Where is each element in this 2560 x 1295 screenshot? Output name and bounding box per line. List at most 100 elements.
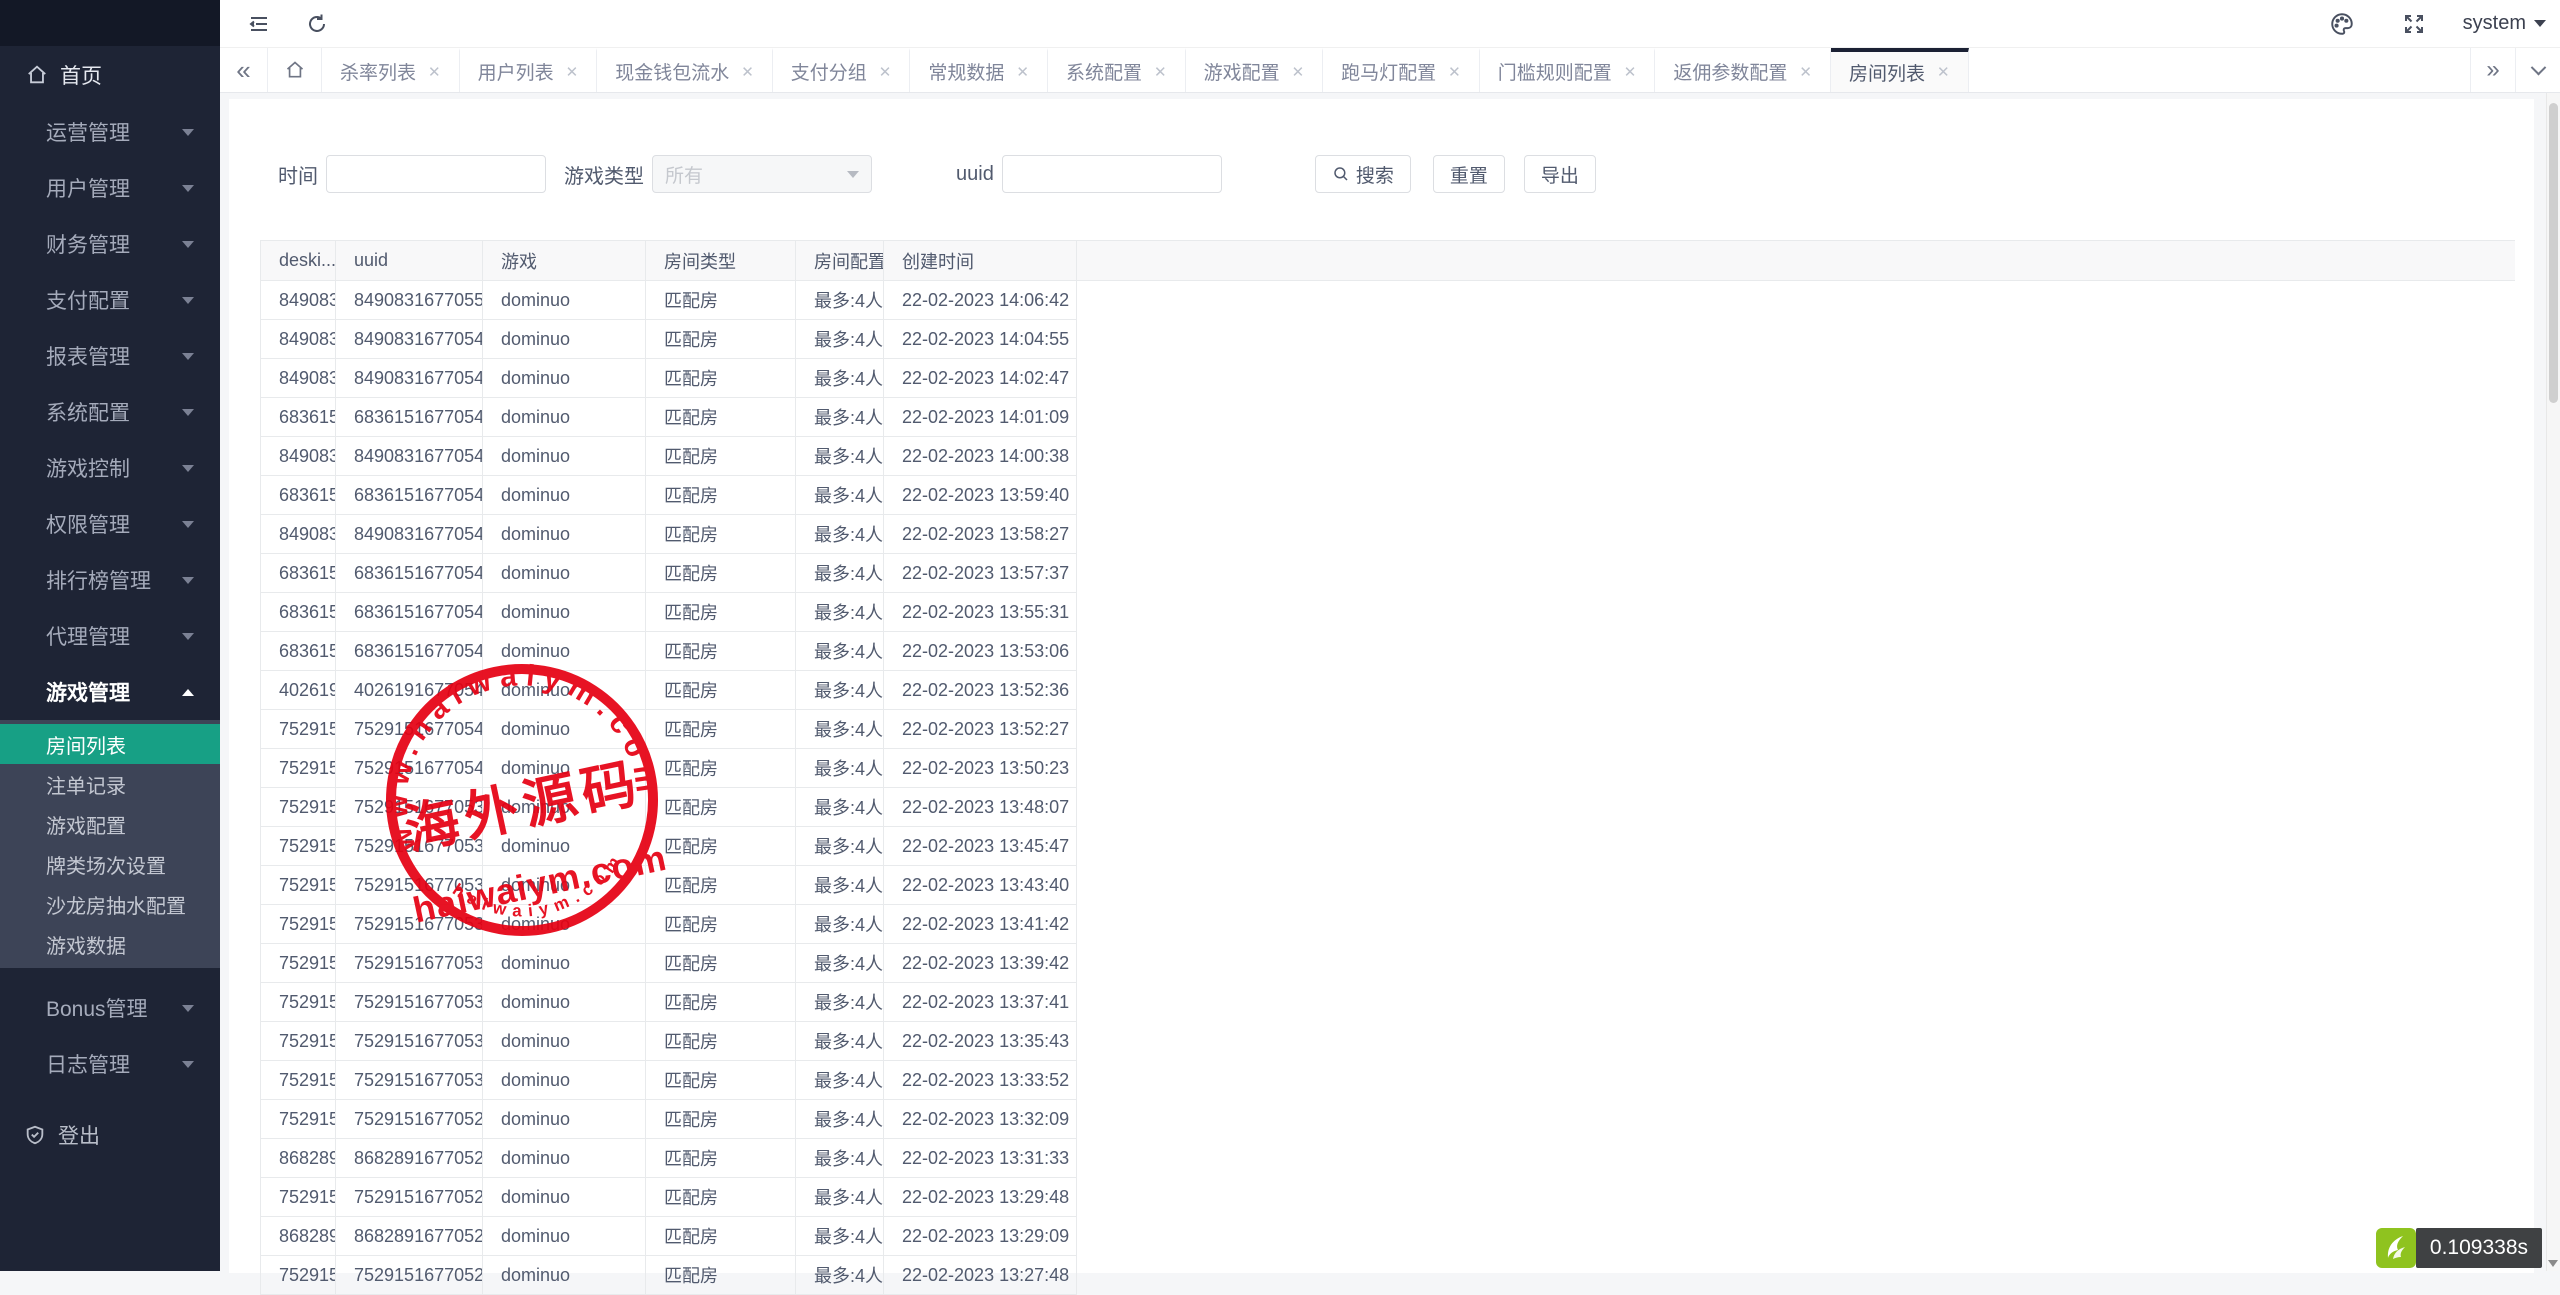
sidebar-group[interactable]: 日志管理	[0, 1036, 220, 1092]
chevron-down-icon	[847, 171, 859, 178]
tab[interactable]: 游戏配置 ✕	[1186, 48, 1324, 92]
sidebar-group[interactable]: 代理管理	[0, 608, 220, 664]
table-row[interactable]: 752915 7529151677053... dominuo 匹配房 最多:4…	[260, 1061, 2515, 1100]
table-row[interactable]: 868289 8682891677052... dominuo 匹配房 最多:4…	[260, 1217, 2515, 1256]
sidebar-subitem[interactable]: 游戏数据	[0, 924, 220, 964]
table-row[interactable]: 752915 7529151677052... dominuo 匹配房 最多:4…	[260, 1256, 2515, 1295]
sidebar-subitem[interactable]: 房间列表	[0, 724, 220, 764]
sidebar-group[interactable]: 游戏控制	[0, 440, 220, 496]
tab[interactable]: 杀率列表 ✕	[322, 48, 460, 92]
table-row[interactable]: 752915 7529151677054... dominuo 匹配房 最多:4…	[260, 710, 2515, 749]
cell-room-config: 最多:4人	[796, 1022, 884, 1061]
tabs-dropdown-button[interactable]	[2515, 48, 2560, 92]
cell-uuid: 7529151677052...	[336, 1178, 483, 1217]
theme-palette-icon[interactable]	[2319, 1, 2365, 47]
table-row[interactable]: 752915 7529151677053... dominuo 匹配房 最多:4…	[260, 866, 2515, 905]
sidebar-group-game-mgmt[interactable]: 游戏管理	[0, 664, 220, 720]
tab[interactable]: 用户列表 ✕	[460, 48, 598, 92]
sidebar-group[interactable]: 支付配置	[0, 272, 220, 328]
cell-filler	[1077, 593, 2515, 632]
close-icon[interactable]: ✕	[1799, 63, 1812, 81]
cell-game: dominuo	[483, 1217, 646, 1256]
sidebar-subitem[interactable]: 沙龙房抽水配置	[0, 884, 220, 924]
table-row[interactable]: 683615 6836151677054... dominuo 匹配房 最多:4…	[260, 632, 2515, 671]
tabs-scroll-left-button[interactable]: «	[220, 48, 268, 92]
table-row[interactable]: 849083 8490831677054... dominuo 匹配房 最多:4…	[260, 437, 2515, 476]
close-icon[interactable]: ✕	[741, 63, 754, 81]
user-menu[interactable]: system	[2463, 12, 2546, 35]
table-row[interactable]: 752915 7529151677053... dominuo 匹配房 最多:4…	[260, 944, 2515, 983]
sidebar-subitem-label: 沙龙房抽水配置	[46, 890, 186, 919]
close-icon[interactable]: ✕	[428, 63, 441, 81]
tab[interactable]: 房间列表 ✕	[1831, 48, 1969, 92]
table-row[interactable]: 402619 4026191677054... dominuo 匹配房 最多:4…	[260, 671, 2515, 710]
cell-uuid: 8682891677052...	[336, 1139, 483, 1178]
sidebar-group[interactable]: 运营管理	[0, 104, 220, 160]
export-button[interactable]: 导出	[1524, 155, 1596, 193]
table-row[interactable]: 752915 7529151677053... dominuo 匹配房 最多:4…	[260, 827, 2515, 866]
menu-fold-icon[interactable]	[236, 1, 282, 47]
table-row[interactable]: 683615 6836151677054... dominuo 匹配房 最多:4…	[260, 398, 2515, 437]
tab[interactable]: 跑马灯配置 ✕	[1323, 48, 1480, 92]
time-filter-input[interactable]	[326, 155, 546, 193]
close-icon[interactable]: ✕	[1292, 63, 1305, 81]
tab-home[interactable]	[268, 48, 322, 92]
sidebar-group-label: Bonus管理	[46, 993, 182, 1023]
table-row[interactable]: 849083 8490831677055... dominuo 匹配房 最多:4…	[260, 281, 2515, 320]
table-row[interactable]: 849083 8490831677054... dominuo 匹配房 最多:4…	[260, 320, 2515, 359]
table-row[interactable]: 868289 8682891677052... dominuo 匹配房 最多:4…	[260, 1139, 2515, 1178]
table-row[interactable]: 683615 6836151677054... dominuo 匹配房 最多:4…	[260, 476, 2515, 515]
close-icon[interactable]: ✕	[1937, 63, 1950, 81]
sidebar-subitem[interactable]: 游戏配置	[0, 804, 220, 844]
tab[interactable]: 门槛规则配置 ✕	[1480, 48, 1656, 92]
sidebar-subitem[interactable]: 牌类场次设置	[0, 844, 220, 884]
table-row[interactable]: 752915 7529151677052... dominuo 匹配房 最多:4…	[260, 1178, 2515, 1217]
table-row[interactable]: 752915 7529151677053... dominuo 匹配房 最多:4…	[260, 1022, 2515, 1061]
table-row[interactable]: 752915 7529151677053... dominuo 匹配房 最多:4…	[260, 788, 2515, 827]
column-header-filler	[1077, 241, 2515, 281]
table-row[interactable]: 752915 7529151677053... dominuo 匹配房 最多:4…	[260, 905, 2515, 944]
tab[interactable]: 返佣参数配置 ✕	[1655, 48, 1831, 92]
scrollbar-down-arrow[interactable]	[2548, 1260, 2558, 1267]
sidebar-group[interactable]: 报表管理	[0, 328, 220, 384]
scrollbar-thumb[interactable]	[2549, 103, 2558, 403]
tab[interactable]: 现金钱包流水 ✕	[597, 48, 773, 92]
sidebar-group[interactable]: Bonus管理	[0, 980, 220, 1036]
thinkphp-logo-icon[interactable]	[2376, 1228, 2416, 1268]
sidebar-item-home[interactable]: 首页	[0, 46, 220, 104]
tabs-scroll-right-button[interactable]: »	[2470, 48, 2515, 92]
tab[interactable]: 系统配置 ✕	[1048, 48, 1186, 92]
game-type-select[interactable]: 所有	[652, 155, 872, 193]
sidebar-group[interactable]: 用户管理	[0, 160, 220, 216]
table-row[interactable]: 683615 6836151677054... dominuo 匹配房 最多:4…	[260, 593, 2515, 632]
close-icon[interactable]: ✕	[1624, 63, 1637, 81]
refresh-icon[interactable]	[294, 1, 340, 47]
search-button[interactable]: 搜索	[1315, 155, 1411, 193]
table-row[interactable]: 683615 6836151677054... dominuo 匹配房 最多:4…	[260, 554, 2515, 593]
column-header-deskid[interactable]: deski...	[261, 241, 336, 281]
sidebar-item-logout[interactable]: 登出	[0, 1106, 220, 1164]
uuid-filter-input[interactable]	[1002, 155, 1222, 193]
table-row[interactable]: 752915 7529151677052... dominuo 匹配房 最多:4…	[260, 1100, 2515, 1139]
table-row[interactable]: 752915 7529151677053... dominuo 匹配房 最多:4…	[260, 983, 2515, 1022]
sidebar-group[interactable]: 财务管理	[0, 216, 220, 272]
fullscreen-icon[interactable]	[2391, 1, 2437, 47]
table-row[interactable]: 752915 7529151677054... dominuo 匹配房 最多:4…	[260, 749, 2515, 788]
table-row[interactable]: 849083 8490831677054... dominuo 匹配房 最多:4…	[260, 515, 2515, 554]
sidebar-group[interactable]: 系统配置	[0, 384, 220, 440]
sidebar-group[interactable]: 排行榜管理	[0, 552, 220, 608]
table-row[interactable]: 849083 8490831677054... dominuo 匹配房 最多:4…	[260, 359, 2515, 398]
close-icon[interactable]: ✕	[879, 63, 892, 81]
cell-filler	[1077, 983, 2515, 1022]
close-icon[interactable]: ✕	[566, 63, 579, 81]
tab[interactable]: 支付分组 ✕	[773, 48, 911, 92]
reset-button[interactable]: 重置	[1433, 155, 1505, 193]
close-icon[interactable]: ✕	[1448, 63, 1461, 81]
close-icon[interactable]: ✕	[1154, 63, 1167, 81]
sidebar-subitem[interactable]: 注单记录	[0, 764, 220, 804]
cell-uuid: 7529151677054...	[336, 710, 483, 749]
tab[interactable]: 常规数据 ✕	[910, 48, 1048, 92]
vertical-scrollbar[interactable]	[2546, 93, 2560, 1271]
close-icon[interactable]: ✕	[1016, 63, 1029, 81]
sidebar-group[interactable]: 权限管理	[0, 496, 220, 552]
